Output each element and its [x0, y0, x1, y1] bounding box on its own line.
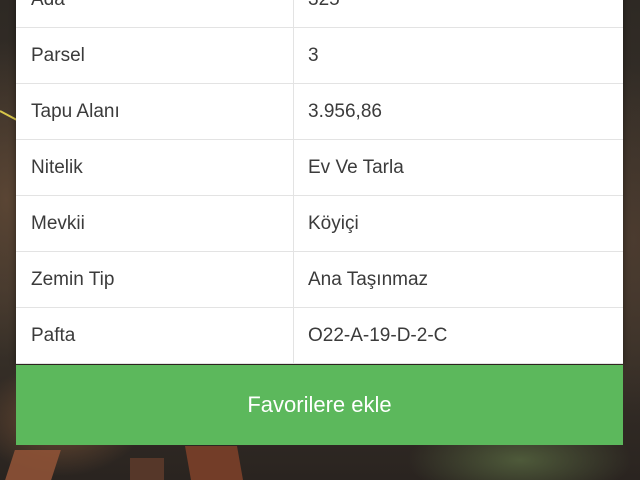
- row-label-ada: Ada: [16, 0, 294, 27]
- table-row: Nitelik Ev Ve Tarla: [16, 140, 623, 196]
- row-value-tapu-alani: 3.956,86: [308, 100, 382, 122]
- row-label-parsel: Parsel: [16, 28, 294, 83]
- row-value-parsel: 3: [308, 44, 319, 66]
- table-row: Tapu Alanı 3.956,86: [16, 84, 623, 140]
- row-value-mevkii: Köyiçi: [308, 212, 359, 234]
- row-label-mevkii: Mevkii: [16, 196, 294, 251]
- row-label-nitelik: Nitelik: [16, 140, 294, 195]
- row-label-tapu-alani: Tapu Alanı: [16, 84, 294, 139]
- parcel-info-table: Ada 325 Parsel 3 Tapu Alanı 3.956,86 Nit…: [16, 0, 623, 364]
- table-row: Mevkii Köyiçi: [16, 196, 623, 252]
- screen: Ada 325 Parsel 3 Tapu Alanı 3.956,86 Nit…: [0, 0, 640, 480]
- row-value-ada: 325: [294, 0, 623, 11]
- table-row: Ada 325: [16, 0, 623, 28]
- map-roof-shape: [185, 446, 243, 480]
- table-row: Zemin Tip Ana Taşınmaz: [16, 252, 623, 308]
- row-value-zemin-tip: Ana Taşınmaz: [308, 268, 429, 290]
- row-label-zemin-tip: Zemin Tip: [16, 252, 294, 307]
- row-value-pafta: O22-A-19-D-2-C: [308, 324, 448, 346]
- map-roof-shape: [130, 458, 164, 480]
- row-value-nitelik: Ev Ve Tarla: [308, 156, 404, 178]
- map-roof-shape: [5, 450, 61, 480]
- add-to-favorites-button[interactable]: Favorilere ekle: [16, 365, 623, 445]
- table-row: Pafta O22-A-19-D-2-C: [16, 308, 623, 364]
- table-row: Parsel 3: [16, 28, 623, 84]
